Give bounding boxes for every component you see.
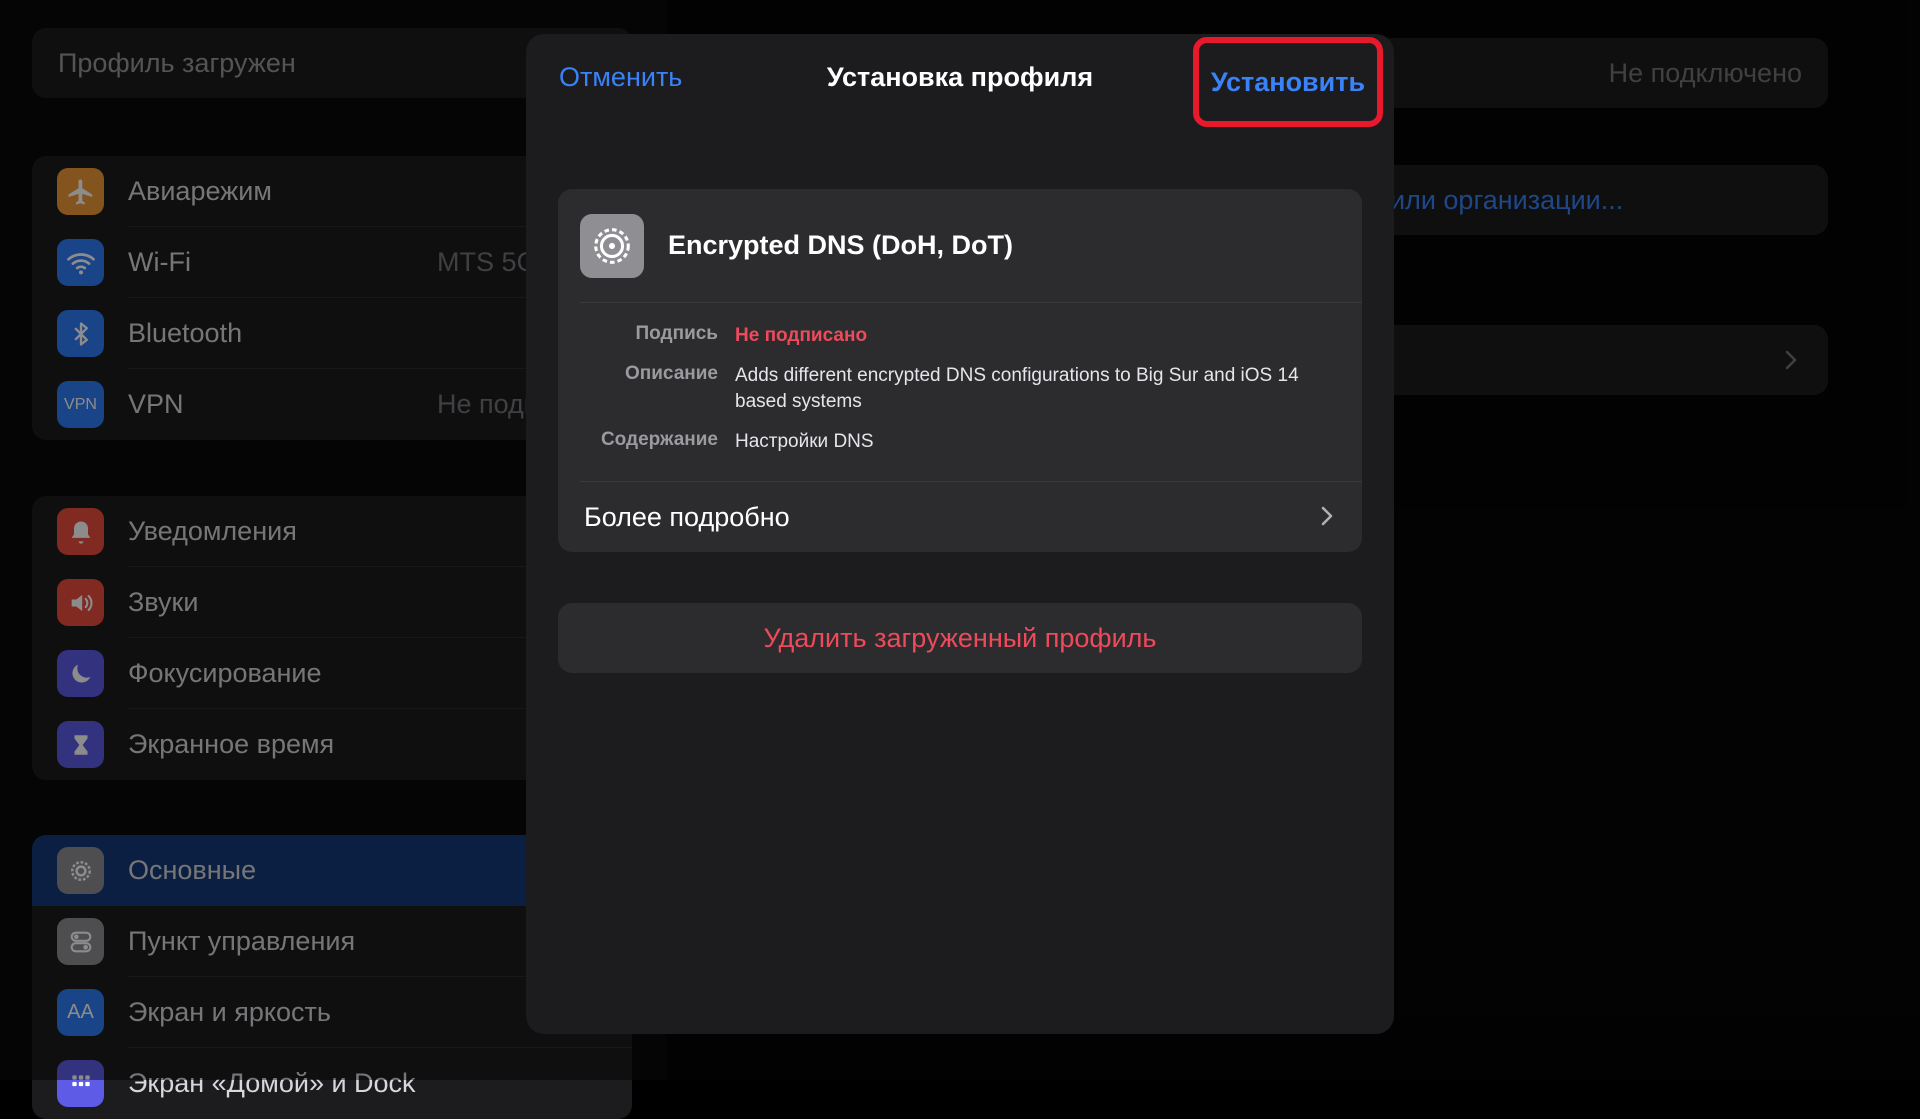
profile-card: Encrypted DNS (DoH, DoT) Подпись Не подп… (558, 189, 1362, 552)
delete-profile-button[interactable]: Удалить загруженный профиль (558, 603, 1362, 673)
profile-name: Encrypted DNS (DoH, DoT) (668, 230, 1014, 260)
chevron-right-icon (1321, 506, 1333, 526)
contents-value: Настройки DNS (735, 431, 874, 452)
contents-label: Содержание (600, 429, 718, 450)
install-profile-sheet: Установка профиля Отменить Установить En… (526, 34, 1394, 1034)
signature-label: Подпись (635, 323, 718, 344)
cancel-button[interactable]: Отменить (559, 62, 682, 93)
settings-gear-icon (580, 213, 644, 278)
profile-header: Encrypted DNS (DoH, DoT) (558, 189, 1362, 302)
install-button[interactable]: Установить (1211, 67, 1365, 98)
description-label: Описание (624, 363, 718, 384)
delete-profile-label: Удалить загруженный профиль (763, 622, 1157, 653)
more-details-row[interactable]: Более подробно (558, 482, 1362, 552)
profile-info: Подпись Не подписано Описание Adds diffe… (558, 303, 1362, 481)
description-value: Adds different encrypted DNS configurati… (735, 365, 1299, 412)
more-details-label: Более подробно (584, 501, 790, 532)
signature-value: Не подписано (735, 325, 868, 346)
install-button-highlight: Установить (1193, 37, 1383, 127)
